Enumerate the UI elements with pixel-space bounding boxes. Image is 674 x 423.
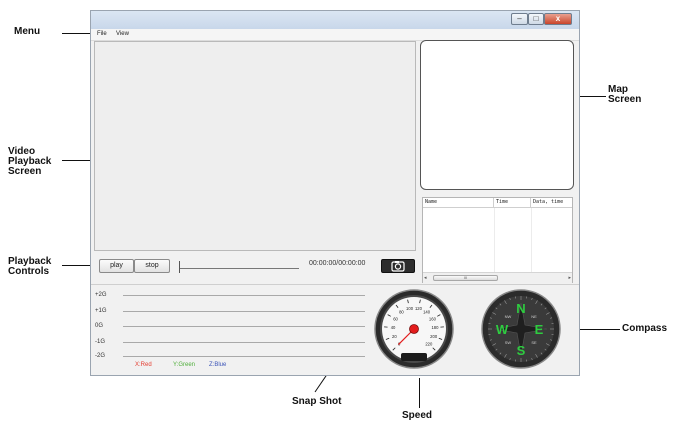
column-header-time[interactable]: Time [494, 198, 531, 207]
callout-video-playback-screen: Video Playback Screen [8, 147, 51, 177]
table-grid-col2 [531, 208, 532, 272]
compass-se: SE [531, 340, 537, 345]
time-display: 00:00:00/00:00:00 [309, 260, 366, 267]
table-header-divider [423, 207, 572, 208]
data-table: Name Time Data, time ◂ III ▸ [422, 197, 573, 283]
scroll-left-arrow[interactable]: ◂ [424, 273, 427, 283]
scroll-thumb-grip: III [463, 275, 468, 280]
maximize-button[interactable]: □ [528, 13, 544, 25]
scroll-right-arrow[interactable]: ▸ [568, 273, 571, 283]
speed-tick-label: 100 [406, 306, 414, 311]
speed-tick-label: 180 [431, 325, 439, 330]
g-line-plus1 [123, 311, 365, 312]
callout-menu: Menu [14, 26, 41, 37]
callout-speed: Speed [402, 410, 433, 421]
compass-nw: NW [505, 314, 512, 319]
app-window: – □ x File View Name Time Data, time ◂ I… [90, 10, 580, 376]
video-playback-screen [94, 41, 416, 251]
column-header-name[interactable]: Name [423, 198, 494, 207]
seek-slider-track [179, 268, 299, 269]
g-level-plus2: +2G [95, 292, 107, 298]
callout-video-line3: Screen [8, 166, 42, 177]
menu-view[interactable]: View [116, 29, 129, 40]
compass: N E S W NE SE SW NW [481, 289, 561, 369]
compass-south: S [517, 343, 526, 358]
callout-compass: Compass [622, 323, 668, 334]
speed-tick-label: 60 [393, 316, 398, 321]
g-level-minus2: -2G [95, 353, 106, 359]
speed-needle-hub [409, 324, 419, 334]
compass-east: E [535, 322, 544, 337]
speed-readout [401, 353, 427, 361]
close-button[interactable]: x [544, 13, 572, 25]
callout-speed-leader [419, 378, 420, 408]
g-line-minus2 [123, 356, 365, 357]
callout-map-line2: Screen [608, 94, 642, 105]
legend-y-green: Y:Green [173, 362, 196, 368]
compass-north: N [516, 301, 525, 316]
callout-playback-line2: Controls [8, 266, 50, 277]
camera-icon [391, 261, 405, 272]
speed-tick-label: 20 [392, 334, 397, 339]
g-level-zero: 0G [95, 323, 104, 329]
speed-tick-label: 200 [430, 334, 438, 339]
snapshot-button[interactable] [381, 259, 415, 273]
g-level-minus1: -1G [95, 339, 106, 345]
compass-ne: NE [531, 314, 537, 319]
compass-west: W [496, 322, 509, 337]
g-force-chart: +2G +1G 0G -1G -2G X:Red Y:Green Z:Blue [95, 289, 370, 371]
play-button[interactable]: play [99, 259, 134, 273]
compass-sw: SW [505, 340, 512, 345]
g-line-zero [123, 326, 365, 327]
g-line-plus2 [123, 295, 365, 296]
seek-slider-thumb[interactable] [179, 261, 180, 273]
minimize-button[interactable]: – [511, 13, 528, 25]
map-screen[interactable] [420, 40, 574, 190]
callout-map-screen: Map Screen [608, 85, 641, 105]
table-grid-col1 [494, 208, 495, 272]
stop-button[interactable]: stop [134, 259, 170, 273]
menu-file[interactable]: File [97, 29, 107, 40]
speed-tick-label: 220 [425, 341, 433, 346]
speed-tick-label: 160 [429, 316, 437, 321]
speedometer: 020406080100120140160180200220 [374, 289, 454, 369]
table-horizontal-scrollbar[interactable]: ◂ III ▸ [423, 272, 572, 283]
bottom-panel-separator [91, 284, 579, 285]
speed-tick-label: 140 [423, 310, 431, 315]
callout-playback-controls: Playback Controls [8, 257, 51, 277]
legend-z-blue: Z:Blue [209, 362, 227, 368]
seek-slider[interactable] [179, 261, 299, 273]
legend-x-red: X:Red [135, 362, 152, 368]
callout-snap-shot: Snap Shot [292, 396, 342, 407]
g-level-plus1: +1G [95, 308, 107, 314]
speed-tick-label: 80 [399, 310, 404, 315]
column-header-date-time[interactable]: Data, time [531, 198, 573, 207]
scroll-thumb[interactable]: III [433, 275, 498, 281]
speed-tick-label: 120 [415, 306, 423, 311]
title-bar: – □ x [91, 11, 579, 29]
speed-tick-label: 40 [391, 325, 396, 330]
g-line-minus1 [123, 342, 365, 343]
